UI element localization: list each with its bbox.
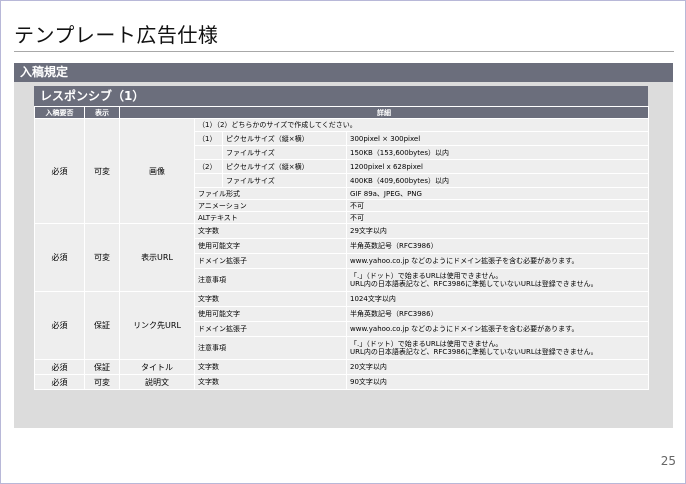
size1-pixel-label: ピクセルサイズ（縦×横）	[222, 131, 347, 146]
image-display: 可変	[84, 118, 120, 224]
format-value: GIF 89a、JPEG、PNG	[346, 187, 649, 200]
image-required: 必須	[34, 118, 85, 224]
link-chars-value: 1024文字以内	[346, 291, 649, 307]
title-chars-label: 文字数	[194, 359, 347, 375]
link-name: リンク先URL	[119, 291, 195, 360]
table-row: 必須 可変 説明文 文字数 90文字以内	[34, 374, 649, 390]
table-header-row: 入稿要否 表示 詳細	[34, 106, 649, 119]
spec-table: 入稿要否 表示 詳細 必須 可変 画像 （1）（2）どちらかのサイズで作成してく…	[34, 106, 649, 390]
url-allowed-label: 使用可能文字	[194, 238, 347, 254]
animation-label: アニメーション	[194, 199, 347, 212]
table-row: 必須 保証 タイトル 文字数 20文字以内	[34, 359, 649, 375]
title-divider	[14, 51, 674, 52]
link-chars-label: 文字数	[194, 291, 347, 307]
url-chars-value: 29文字以内	[346, 223, 649, 239]
size2-number: （2）	[194, 159, 223, 174]
size1-number: （1）	[194, 131, 223, 146]
url-chars-label: 文字数	[194, 223, 347, 239]
size2-pixel-value: 1200pixel x 628pixel	[346, 159, 649, 174]
link-notes-line2: URL内の日本語表記など、RFC3986に準拠していないURLは登録できません。	[350, 348, 598, 356]
desc-name: 説明文	[119, 374, 195, 390]
subsection-header: レスポンシブ（1）	[34, 86, 648, 106]
link-display: 保証	[84, 291, 120, 360]
animation-value: 不可	[346, 199, 649, 212]
link-notes-value: 「.」（ドット）で始まるURLは使用できません。 URL内の日本語表記など、RF…	[346, 336, 649, 360]
url-name: 表示URL	[119, 223, 195, 292]
desc-required: 必須	[34, 374, 85, 390]
desc-chars-label: 文字数	[194, 374, 347, 390]
link-required: 必須	[34, 291, 85, 360]
title-chars-value: 20文字以内	[346, 359, 649, 375]
url-notes-line1: 「.」（ドット）で始まるURLは使用できません。	[350, 272, 503, 280]
header-detail: 詳細	[119, 106, 649, 119]
link-notes-label: 注意事項	[194, 336, 347, 360]
alt-label: ALTテキスト	[194, 211, 347, 224]
size2-file-label: ファイルサイズ	[222, 173, 347, 188]
url-display: 可変	[84, 223, 120, 292]
desc-display: 可変	[84, 374, 120, 390]
image-name: 画像	[119, 118, 195, 224]
url-notes-label: 注意事項	[194, 268, 347, 292]
link-allowed-label: 使用可能文字	[194, 306, 347, 322]
page-number: 25	[660, 454, 676, 468]
url-required: 必須	[34, 223, 85, 292]
table-row: 必須 可変 画像 （1）（2）どちらかのサイズで作成してください。	[34, 118, 649, 224]
title-display: 保証	[84, 359, 120, 375]
format-label: ファイル形式	[194, 187, 347, 200]
url-notes-value: 「.」（ドット）で始まるURLは使用できません。 URL内の日本語表記など、RF…	[346, 268, 649, 292]
header-required: 入稿要否	[34, 106, 85, 119]
table-row: 必須 可変 表示URL 文字数 29文字以内	[34, 223, 649, 292]
url-allowed-value: 半角英数記号（RFC3986）	[346, 238, 649, 254]
size1-file-value: 150KB（153,600bytes）以内	[346, 145, 649, 160]
url-domain-value: www.yahoo.co.jp などのようにドメイン拡張子を含む必要があります。	[346, 253, 649, 269]
size1-pixel-value: 300pixel × 300pixel	[346, 131, 649, 146]
size2-file-value: 400KB（409,600bytes）以内	[346, 173, 649, 188]
size2-pixel-label: ピクセルサイズ（縦×横）	[222, 159, 347, 174]
image-intro: （1）（2）どちらかのサイズで作成してください。	[194, 118, 649, 132]
url-domain-label: ドメイン拡張子	[194, 253, 347, 269]
table-row: 必須 保証 リンク先URL 文字数 1024文字以内	[34, 291, 649, 360]
page-title: テンプレート広告仕様	[14, 23, 219, 47]
link-notes-line1: 「.」（ドット）で始まるURLは使用できません。	[350, 340, 503, 348]
link-allowed-value: 半角英数記号（RFC3986）	[346, 306, 649, 322]
title-required: 必須	[34, 359, 85, 375]
header-display: 表示	[84, 106, 120, 119]
size1-file-label: ファイルサイズ	[222, 145, 347, 160]
link-domain-value: www.yahoo.co.jp などのようにドメイン拡張子を含む必要があります。	[346, 321, 649, 337]
link-domain-label: ドメイン拡張子	[194, 321, 347, 337]
url-notes-line2: URL内の日本語表記など、RFC3986に準拠していないURLは登録できません。	[350, 280, 598, 288]
alt-value: 不可	[346, 211, 649, 224]
title-name: タイトル	[119, 359, 195, 375]
desc-chars-value: 90文字以内	[346, 374, 649, 390]
section-header: 入稿規定	[14, 63, 673, 82]
